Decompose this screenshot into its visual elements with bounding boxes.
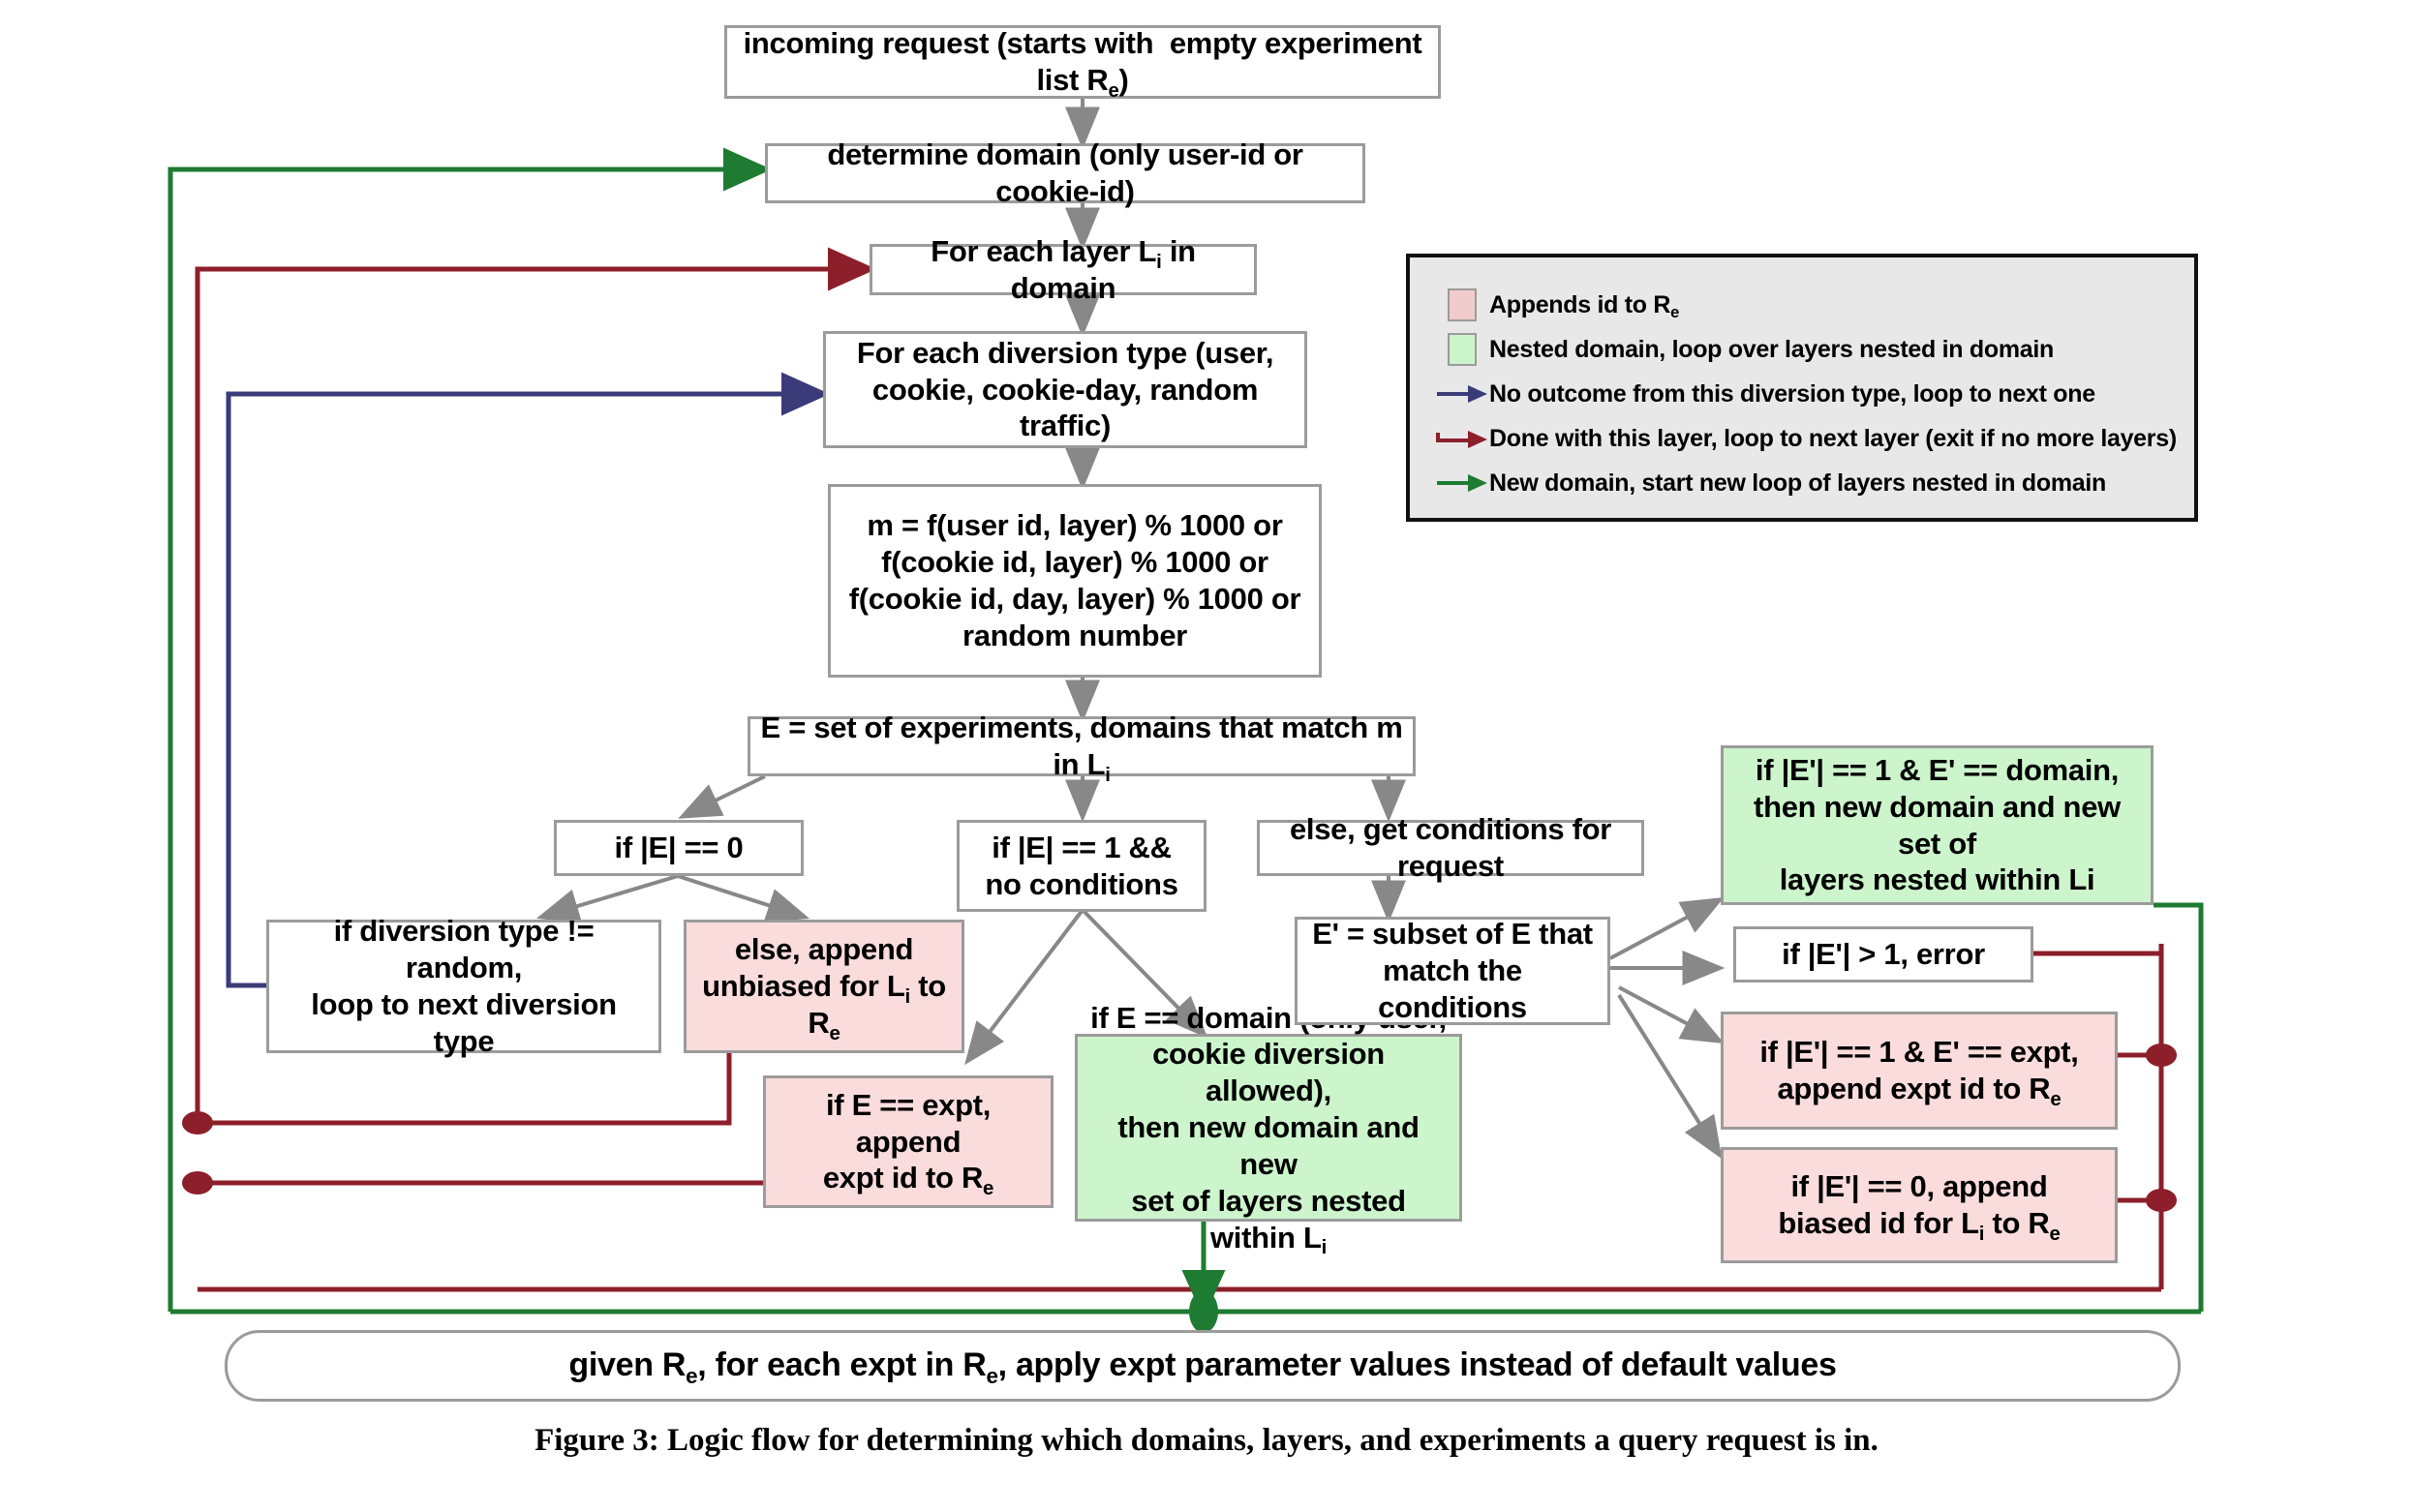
legend-item-new-domain: New domain, start new loop of layers nes… bbox=[1435, 461, 2194, 505]
legend-item-appends-id: Appends id to Re bbox=[1435, 283, 2194, 327]
node-e-prime-subset-label: E' = subset of E that match the condition… bbox=[1312, 917, 1593, 1024]
node-if-eprime-one-expt: if |E'| == 1 & E' == expt, append expt id… bbox=[1721, 1012, 2118, 1130]
node-if-eprime-one-domain-label: if |E'| == 1 & E' == domain, then new dom… bbox=[1754, 752, 2121, 897]
node-if-e-one-no-conditions-label: if |E| == 1 && no conditions bbox=[985, 830, 1178, 901]
node-if-eprime-gt-one-error-label: if |E'| > 1, error bbox=[1782, 937, 1985, 972]
node-for-each-layer-label: For each layer Li in domain bbox=[931, 233, 1196, 305]
legend-item-done-with-layer: Done with this layer, loop to next layer… bbox=[1435, 416, 2194, 461]
node-else-get-conditions: else, get conditions for request bbox=[1257, 812, 1644, 883]
node-for-each-diversion-type: For each diversion type (user, cookie, co… bbox=[823, 331, 1307, 448]
node-if-eprime-gt-one-error: if |E'| > 1, error bbox=[1733, 926, 2033, 983]
figure-canvas: incoming request (starts with empty expe… bbox=[0, 0, 2413, 1512]
node-e-set: E = set of experiments, domains that mat… bbox=[748, 711, 1416, 786]
legend-nested-domain-label: Nested domain, loop over layers nested i… bbox=[1489, 335, 2054, 363]
node-final-apply-params: given Re, for each expt in Re, apply exp… bbox=[225, 1330, 2181, 1402]
node-incoming-request-label: incoming request (starts with empty expe… bbox=[743, 26, 1422, 102]
legend-new-domain-label: New domain, start new loop of layers nes… bbox=[1489, 469, 2106, 497]
darkred-arrow-icon bbox=[1435, 428, 1489, 449]
green-junction-dot bbox=[1189, 1290, 1218, 1333]
node-incoming-request: incoming request (starts with empty expe… bbox=[724, 25, 1441, 102]
legend-item-no-outcome: No outcome from this diversion type, loo… bbox=[1435, 372, 2194, 416]
green-arrow-icon bbox=[1435, 472, 1489, 494]
node-else-get-conditions-label: else, get conditions for request bbox=[1289, 812, 1612, 883]
node-else-append-unbiased: else, append unbiased for Li to Re bbox=[684, 920, 964, 1053]
node-if-e-zero: if |E| == 0 bbox=[554, 820, 804, 876]
pink-swatch-icon bbox=[1435, 288, 1489, 321]
node-else-append-unbiased-label: else, append unbiased for Li to Re bbox=[702, 932, 946, 1044]
node-if-diversion-not-random-label: if diversion type != random, loop to next… bbox=[311, 914, 617, 1058]
node-e-prime-subset: E' = subset of E that match the condition… bbox=[1295, 917, 1610, 1025]
node-if-diversion-not-random: if diversion type != random, loop to next… bbox=[266, 914, 661, 1058]
node-for-each-layer: For each layer Li in domain bbox=[870, 234, 1257, 305]
legend-done-with-layer-label: Done with this layer, loop to next layer… bbox=[1489, 424, 2177, 452]
node-if-e-domain-label: if E == domain (only user, cookie diversi… bbox=[1090, 1000, 1447, 1259]
node-if-e-expt-append: if E == expt, append expt id to Re bbox=[763, 1075, 1054, 1208]
legend-no-outcome-label: No outcome from this diversion type, loo… bbox=[1489, 379, 2095, 408]
node-if-eprime-one-expt-label: if |E'| == 1 & E' == expt, append expt id… bbox=[1759, 1035, 2079, 1110]
node-determine-domain: determine domain (only user-id or cookie… bbox=[765, 137, 1365, 208]
legend: Appends id to Re Nested domain, loop ove… bbox=[1406, 254, 2198, 522]
node-determine-domain-label: determine domain (only user-id or cookie… bbox=[827, 137, 1303, 208]
node-if-e-domain: if E == domain (only user, cookie diversi… bbox=[1075, 1001, 1462, 1258]
node-if-e-one-no-conditions: if |E| == 1 && no conditions bbox=[957, 820, 1206, 912]
node-m-formula-label: m = f(user id, layer) % 1000 or f(cookie … bbox=[848, 508, 1301, 652]
node-if-eprime-zero: if |E'| == 0, append biased id for Li to … bbox=[1721, 1147, 2118, 1263]
node-if-e-zero-label: if |E| == 0 bbox=[614, 831, 744, 865]
node-for-each-diversion-type-label: For each diversion type (user, cookie, co… bbox=[856, 335, 1274, 443]
node-final-apply-params-label: given Re, for each expt in Re, apply exp… bbox=[568, 1346, 1837, 1388]
node-if-eprime-one-domain: if |E'| == 1 & E' == domain, then new dom… bbox=[1721, 745, 2153, 905]
node-e-set-label: E = set of experiments, domains that mat… bbox=[760, 711, 1403, 786]
green-swatch-icon bbox=[1435, 333, 1489, 366]
navy-arrow-icon bbox=[1435, 383, 1489, 405]
navy-loop-connector bbox=[226, 372, 830, 988]
node-if-eprime-zero-label: if |E'| == 0, append biased id for Li to … bbox=[1778, 1169, 2061, 1245]
node-if-e-expt-append-label: if E == expt, append expt id to Re bbox=[822, 1087, 994, 1200]
figure-caption: Figure 3: Logic flow for determining whi… bbox=[535, 1423, 1878, 1458]
node-m-formula: m = f(user id, layer) % 1000 or f(cookie … bbox=[828, 484, 1322, 678]
legend-item-nested-domain: Nested domain, loop over layers nested i… bbox=[1435, 327, 2194, 372]
